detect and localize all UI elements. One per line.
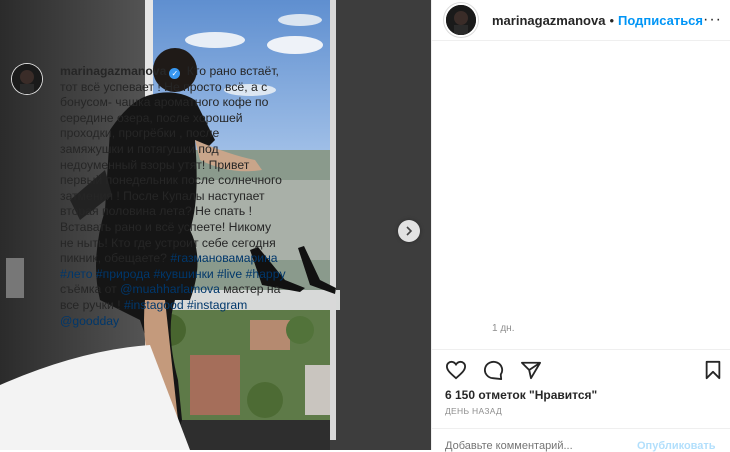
divider — [431, 349, 730, 350]
post-time: ДЕНЬ НАЗАД — [445, 406, 503, 416]
hashtag[interactable]: #газмановамарина — [170, 251, 277, 265]
caption-body: Кто рано встаёт, тот всё успевает ! Не п… — [60, 64, 282, 266]
follow-button[interactable]: Подписаться — [618, 13, 703, 28]
comment-input[interactable] — [445, 440, 625, 452]
share-icon[interactable] — [520, 360, 542, 380]
hashtag[interactable]: #природа — [96, 267, 150, 281]
caption-username[interactable]: marinagazmanova — [60, 64, 166, 78]
likes-count[interactable]: 6 150 отметок "Нравится" — [445, 388, 597, 402]
action-bar — [445, 360, 725, 382]
divider — [431, 428, 730, 429]
hashtag[interactable]: #live — [217, 267, 242, 281]
post-header: marinagazmanova • Подписаться ··· — [432, 0, 730, 41]
profile-photo-icon — [446, 5, 476, 35]
mention-link[interactable]: @goodday — [60, 314, 119, 328]
hashtag[interactable]: #instagood — [124, 298, 184, 312]
bookmark-icon[interactable] — [703, 360, 723, 380]
header-username[interactable]: marinagazmanova — [492, 13, 605, 28]
comment-icon[interactable] — [482, 360, 504, 380]
caption-block: marinagazmanova ✓ Кто рано встаёт, тот вс… — [12, 64, 720, 329]
publish-button[interactable]: Опубликовать — [637, 440, 716, 452]
avatar[interactable] — [444, 3, 478, 37]
hashtag[interactable]: #лето — [60, 267, 93, 281]
profile-photo-icon — [12, 64, 42, 94]
caption-text: marinagazmanova ✓ Кто рано встаёт, тот вс… — [60, 64, 286, 329]
verified-badge-icon: ✓ — [169, 68, 181, 79]
photo-credit-prefix: съёмка от — [60, 282, 117, 297]
heart-icon[interactable] — [445, 360, 467, 380]
hashtag[interactable]: #happy — [246, 267, 286, 281]
more-options-icon[interactable]: ··· — [703, 11, 722, 29]
mention-link[interactable]: @muahharlamova — [120, 282, 220, 296]
caption-avatar[interactable] — [12, 64, 42, 94]
hashtag[interactable]: #кувшинки — [153, 267, 213, 281]
hashtag[interactable]: #instagram — [187, 298, 247, 312]
separator-dot: • — [609, 12, 614, 28]
caption-age[interactable]: 1 дн. — [492, 323, 514, 334]
